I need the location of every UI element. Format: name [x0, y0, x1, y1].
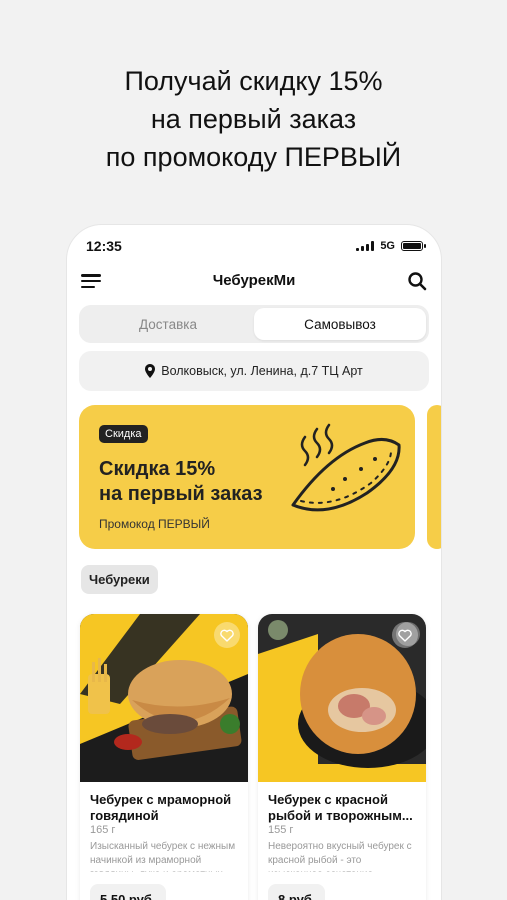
status-bar: 12:35 5G [67, 235, 441, 257]
product-image [80, 614, 248, 782]
app-title: ЧебурекМи [212, 272, 296, 289]
price-button[interactable]: 5,50 руб. [90, 884, 166, 900]
product-description: Изысканный чебурек с нежным начинкой из … [90, 841, 236, 872]
heart-icon [398, 629, 412, 642]
status-time: 12:35 [86, 238, 122, 254]
tab-pickup[interactable]: Самовывоз [254, 308, 426, 340]
favorite-button[interactable] [214, 622, 240, 648]
headline-line-3: по промокоду ПЕРВЫЙ [105, 142, 402, 172]
app-header: ЧебурекМи [67, 269, 441, 293]
promo-title-line-1: Скидка 15% [99, 458, 216, 480]
search-icon[interactable] [407, 271, 427, 291]
product-weight: 155 г [268, 824, 294, 836]
category-chip[interactable]: Чебуреки [81, 565, 158, 594]
phone-frame: 12:35 5G ЧебурекМи Доставка Самовывоз Во… [66, 224, 442, 900]
price-button[interactable]: 8 руб. [268, 884, 326, 900]
heart-icon [220, 629, 234, 642]
headline-line-2: на первый заказ [150, 104, 357, 134]
delivery-mode-toggle: Доставка Самовывоз [79, 305, 429, 343]
promo-title: Скидка 15% на первый заказ [99, 457, 299, 507]
product-name: Чебурек с красной рыбой и творожным... [268, 792, 413, 823]
product-name: Чебурек с мраморной говядиной [90, 792, 232, 823]
promo-code: Промокод ПЕРВЫЙ [99, 517, 210, 531]
next-banner-peek[interactable] [427, 405, 441, 549]
cheburek-illustration [291, 423, 401, 512]
product-image [258, 614, 426, 782]
headline-line-1: Получай скидку 15% [124, 66, 383, 96]
signal-icon [356, 241, 375, 251]
address-text: Волковыск, ул. Ленина, д.7 ТЦ Арт [161, 364, 363, 378]
promo-title-line-2: на первый заказ [99, 483, 263, 505]
tab-delivery[interactable]: Доставка [82, 308, 254, 340]
promo-tag: Скидка [99, 425, 148, 443]
network-type: 5G [380, 240, 395, 252]
product-card[interactable]: Чебурек с красной рыбой и творожным... 1… [258, 614, 426, 900]
favorite-button[interactable] [392, 622, 418, 648]
product-description: Невероятно вкусный чебурек с красной рыб… [268, 841, 412, 872]
product-card[interactable]: Чебурек с мраморной говядиной 165 г Изыс… [80, 614, 248, 900]
promo-headline: Получай скидку 15% на первый заказ по пр… [0, 62, 507, 176]
promo-banner[interactable]: Скидка Скидка 15% на первый заказ Промок… [79, 405, 415, 549]
address-selector[interactable]: Волковыск, ул. Ленина, д.7 ТЦ Арт [79, 351, 429, 391]
location-pin-icon [145, 364, 156, 378]
battery-icon [401, 241, 426, 251]
product-weight: 165 г [90, 824, 116, 836]
